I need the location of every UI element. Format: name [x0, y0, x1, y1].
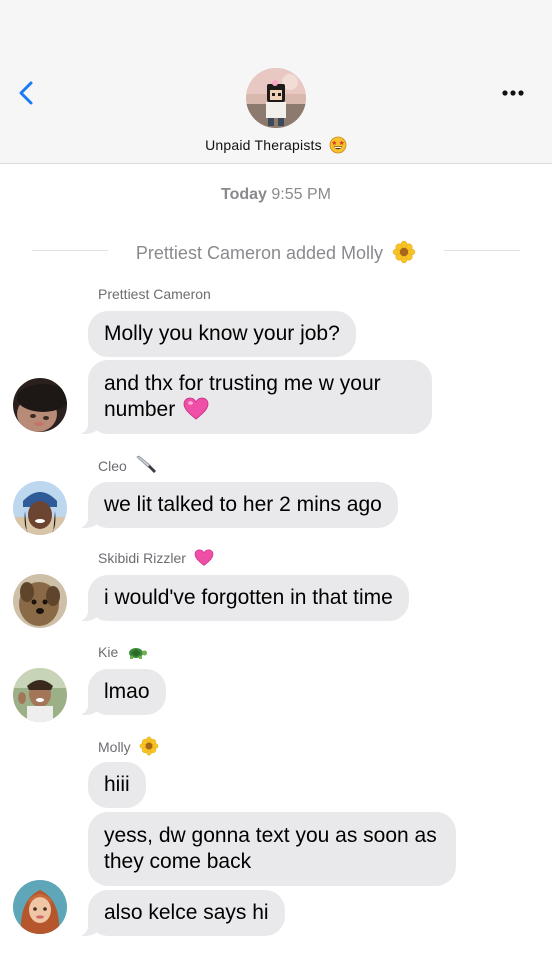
message-text: i would've forgotten in that time [104, 586, 393, 609]
pink-heart-icon [183, 397, 209, 420]
message-text: lmao [104, 680, 150, 703]
sender-name: Kie [98, 642, 148, 662]
group-avatar[interactable] [246, 68, 306, 128]
message-bubble[interactable]: hiii [88, 762, 146, 808]
sender-name: Molly [98, 736, 159, 756]
sunflower-icon [392, 240, 416, 264]
avatar[interactable] [13, 880, 67, 934]
system-message-text: Prettiest Cameron added Molly [135, 243, 384, 263]
chat-header: Unpaid Therapists [0, 0, 552, 164]
sunflower-icon [139, 736, 158, 756]
message-bubble[interactable]: i would've forgotten in that time [78, 575, 409, 621]
conversation-timestamp: Today 9:55 PM [0, 186, 552, 204]
message-bubble[interactable]: also kelce says hi [78, 890, 285, 936]
message-text: and thx for trusting me w your number [104, 372, 381, 421]
sender-name-text: Molly [98, 739, 131, 755]
message-text: yess, dw gonna text you as soon as they … [104, 824, 437, 873]
divider [444, 250, 520, 251]
chevron-left-icon [19, 81, 33, 105]
message-text: we lit talked to her 2 mins ago [104, 493, 382, 516]
back-button[interactable] [12, 78, 42, 108]
group-name: Unpaid Therapists [205, 137, 322, 153]
turtle-icon [129, 648, 148, 659]
system-message-row: Prettiest Cameron added Molly [32, 238, 520, 264]
timestamp-time: 9:55 PM [271, 186, 331, 203]
divider [32, 250, 108, 251]
sender-name: Skibidi Rizzler [98, 548, 214, 568]
system-message: Prettiest Cameron added Molly [122, 240, 430, 264]
avatar[interactable] [13, 481, 67, 535]
message-text: Molly you know your job? [104, 322, 340, 345]
pink-heart-icon [194, 549, 214, 566]
more-options-button[interactable] [498, 80, 532, 106]
star-struck-face-icon [329, 136, 347, 157]
message-bubble[interactable]: yess, dw gonna text you as soon as they … [88, 812, 456, 886]
message-bubble[interactable]: we lit talked to her 2 mins ago [78, 482, 398, 528]
avatar[interactable] [13, 574, 67, 628]
message-bubble[interactable]: Molly you know your job? [88, 311, 356, 357]
ellipsis-icon [502, 90, 524, 96]
avatar[interactable] [13, 378, 67, 432]
message-text: also kelce says hi [104, 901, 269, 924]
group-name-row[interactable]: Unpaid Therapists [0, 136, 552, 157]
timestamp-day: Today [221, 186, 267, 203]
sender-name-text: Prettiest Cameron [98, 286, 211, 302]
sender-name: Cleo [98, 455, 157, 475]
sender-name-text: Cleo [98, 458, 127, 474]
knife-icon [136, 455, 156, 473]
sender-name-text: Kie [98, 644, 119, 660]
sender-name: Prettiest Cameron [98, 284, 211, 304]
sender-name-text: Skibidi Rizzler [98, 550, 186, 566]
message-bubble[interactable]: and thx for trusting me w your number [78, 360, 432, 434]
message-bubble[interactable]: lmao [78, 669, 166, 715]
avatar[interactable] [13, 668, 67, 722]
message-text: hiii [104, 773, 130, 796]
